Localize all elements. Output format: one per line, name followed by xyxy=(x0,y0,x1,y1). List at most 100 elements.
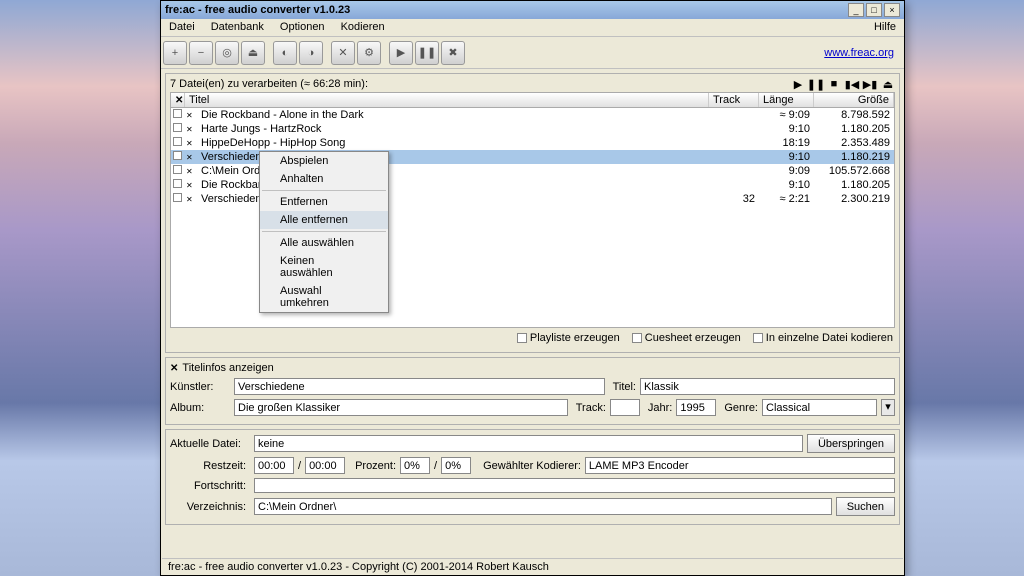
pb-prev-icon[interactable]: ▮◀ xyxy=(845,78,859,90)
genre-dropdown-icon[interactable]: ▾ xyxy=(881,399,895,416)
titlebar: fre:ac - free audio converter v1.0.23 _ … xyxy=(161,1,904,19)
progress-bar xyxy=(254,478,895,493)
settings-icon[interactable]: ✕ xyxy=(331,41,355,65)
pb-pause-icon[interactable]: ❚❚ xyxy=(809,78,823,90)
gear-icon[interactable]: ⚙ xyxy=(357,41,381,65)
chk-cuesheet[interactable]: Cuesheet erzeugen xyxy=(632,332,741,344)
file-list[interactable]: ✕Die Rockband - Alone in the Dark≈ 9:098… xyxy=(170,108,895,328)
time1: 00:00 xyxy=(254,457,294,474)
row-track: 32 xyxy=(709,193,759,205)
track-label: Track: xyxy=(576,402,606,414)
title-input[interactable] xyxy=(640,378,895,395)
row-checkbox[interactable] xyxy=(171,151,185,163)
row-length: ≈ 2:21 xyxy=(759,193,814,205)
menu-database[interactable]: Datenbank xyxy=(203,19,272,36)
cm-select-none[interactable]: Keinen auswählen xyxy=(260,252,388,282)
titleinfo-close-icon[interactable]: ✕ xyxy=(170,363,178,374)
menubar: Datei Datenbank Optionen Kodieren Hilfe xyxy=(161,19,904,37)
artist-input[interactable] xyxy=(234,378,605,395)
dir-value: C:\Mein Ordner\ xyxy=(254,498,832,515)
row-length: ≈ 9:09 xyxy=(759,109,814,121)
db-query-icon[interactable]: ◐ xyxy=(273,41,297,65)
row-remove-icon[interactable]: ✕ xyxy=(185,110,199,120)
app-window: fre:ac - free audio converter v1.0.23 _ … xyxy=(160,0,905,576)
col-title[interactable]: Titel xyxy=(185,93,709,107)
add-files-icon[interactable]: + xyxy=(163,41,187,65)
row-checkbox[interactable] xyxy=(171,179,185,191)
pb-next-icon[interactable]: ▶▮ xyxy=(863,78,877,90)
percent-label: Prozent: xyxy=(355,460,396,472)
row-checkbox[interactable] xyxy=(171,165,185,177)
titleinfo-heading[interactable]: ✕ Titelinfos anzeigen xyxy=(170,362,895,374)
options-row: Playliste erzeugen Cuesheet erzeugen In … xyxy=(170,328,895,348)
row-checkbox[interactable] xyxy=(171,193,185,205)
pb-eject-icon[interactable]: ⏏ xyxy=(881,78,895,90)
row-length: 9:10 xyxy=(759,179,814,191)
row-remove-icon[interactable]: ✕ xyxy=(185,194,199,204)
play-icon[interactable]: ▶ xyxy=(389,41,413,65)
cd-eject-icon[interactable]: ⏏ xyxy=(241,41,265,65)
list-row[interactable]: ✕HippeDeHopp - HipHop Song18:192.353.489 xyxy=(171,136,894,150)
website-link[interactable]: www.freac.org xyxy=(824,47,894,59)
row-checkbox[interactable] xyxy=(171,109,185,121)
cm-remove[interactable]: Entfernen xyxy=(260,193,388,211)
pb-play-icon[interactable]: ▶ xyxy=(791,78,805,90)
row-size: 1.180.205 xyxy=(814,123,894,135)
remaining-label: Restzeit: xyxy=(170,460,250,472)
encoder-value: LAME MP3 Encoder xyxy=(585,457,895,474)
list-row[interactable]: ✕Harte Jungs - HartzRock9:101.180.205 xyxy=(171,122,894,136)
title-label: Titel: xyxy=(613,381,636,393)
pb-stop-icon[interactable]: ■ xyxy=(827,78,841,90)
progress-section: Aktuelle Datei: keine Überspringen Restz… xyxy=(165,429,900,525)
menu-help[interactable]: Hilfe xyxy=(866,19,904,36)
row-remove-icon[interactable]: ✕ xyxy=(185,124,199,134)
album-label: Album: xyxy=(170,402,230,414)
encoder-label: Gewählter Kodierer: xyxy=(483,460,581,472)
cm-play[interactable]: Abspielen xyxy=(260,152,388,170)
cd-icon[interactable]: ◎ xyxy=(215,41,239,65)
db-submit-icon[interactable]: ◑ xyxy=(299,41,323,65)
time2: 00:00 xyxy=(305,457,345,474)
col-track[interactable]: Track xyxy=(709,93,759,107)
playback-controls: ▶ ❚❚ ■ ▮◀ ▶▮ ⏏ xyxy=(791,78,895,90)
row-size: 8.798.592 xyxy=(814,109,894,121)
remove-files-icon[interactable]: − xyxy=(189,41,213,65)
maximize-button[interactable]: □ xyxy=(866,3,882,17)
row-remove-icon[interactable]: ✕ xyxy=(185,138,199,148)
row-title: Die Rockband - Alone in the Dark xyxy=(199,109,709,121)
row-title: Harte Jungs - HartzRock xyxy=(199,123,709,135)
close-button[interactable]: × xyxy=(884,3,900,17)
row-checkbox[interactable] xyxy=(171,137,185,149)
genre-input[interactable] xyxy=(762,399,877,416)
cm-select-all[interactable]: Alle auswählen xyxy=(260,234,388,252)
list-row[interactable]: ✕Die Rockband - Alone in the Dark ≈ 9:098… xyxy=(171,108,894,122)
pause-icon[interactable]: ❚❚ xyxy=(415,41,439,65)
search-button[interactable]: Suchen xyxy=(836,497,895,516)
status-text: fre:ac - free audio converter v1.0.23 - … xyxy=(168,561,549,573)
row-checkbox[interactable] xyxy=(171,123,185,135)
row-remove-icon[interactable]: ✕ xyxy=(185,166,199,176)
context-menu: Abspielen Anhalten Entfernen Alle entfer… xyxy=(259,151,389,313)
artist-label: Künstler: xyxy=(170,381,230,393)
cm-stop[interactable]: Anhalten xyxy=(260,170,388,188)
album-input[interactable] xyxy=(234,399,568,416)
col-length[interactable]: Länge xyxy=(759,93,814,107)
row-remove-icon[interactable]: ✕ xyxy=(185,180,199,190)
cm-invert[interactable]: Auswahl umkehren xyxy=(260,282,388,312)
menu-encode[interactable]: Kodieren xyxy=(333,19,393,36)
menu-file[interactable]: Datei xyxy=(161,19,203,36)
col-size[interactable]: Größe xyxy=(814,93,894,107)
year-input[interactable] xyxy=(676,399,716,416)
stop-icon[interactable]: ✖ xyxy=(441,41,465,65)
chk-playlist[interactable]: Playliste erzeugen xyxy=(517,332,620,344)
track-input[interactable] xyxy=(610,399,640,416)
row-size: 1.180.219 xyxy=(814,151,894,163)
row-remove-icon[interactable]: ✕ xyxy=(185,152,199,162)
minimize-button[interactable]: _ xyxy=(848,3,864,17)
header-close[interactable]: ✕ xyxy=(171,93,185,107)
cm-remove-all[interactable]: Alle entfernen xyxy=(260,211,388,229)
skip-button[interactable]: Überspringen xyxy=(807,434,895,453)
chk-single-file[interactable]: In einzelne Datei kodieren xyxy=(753,332,893,344)
statusbar: fre:ac - free audio converter v1.0.23 - … xyxy=(162,558,903,574)
menu-options[interactable]: Optionen xyxy=(272,19,333,36)
